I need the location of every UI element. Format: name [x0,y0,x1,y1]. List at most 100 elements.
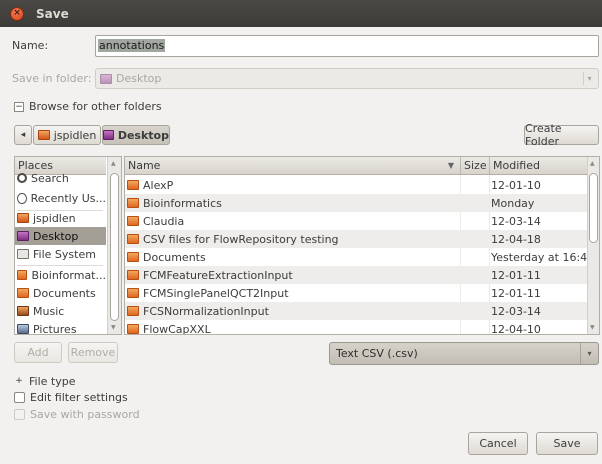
folder-icon [17,288,29,298]
expander-plus-icon: + [15,375,23,386]
save-with-password-checkbox[interactable]: Save with password [14,408,140,421]
places-item-music[interactable]: Music [15,302,106,320]
folder-icon [127,234,139,244]
places-item-search[interactable]: Search [15,171,106,185]
table-row[interactable]: FCSNormalizationInput 12-03-14 [125,302,587,320]
places-item-label: Search [31,171,69,185]
table-row[interactable]: AlexP 12-01-10 [125,176,587,194]
file-modified: 12-04-18 [491,232,541,246]
file-type-label: File type [29,375,76,388]
edit-filter-settings-label: Edit filter settings [30,391,128,404]
save-in-folder-value: Desktop [116,72,162,85]
file-system-icon [17,249,29,259]
places-item-label: Documents [33,286,96,300]
places-item-recently-used[interactable]: Recently Us... [15,189,106,207]
column-header-size[interactable]: Size [460,157,489,175]
search-icon [17,173,27,183]
table-row[interactable]: FCMSinglePanelQCT2Input 12-01-11 [125,284,587,302]
places-item-bioinformatics[interactable]: Bioinformat... [15,266,106,284]
folder-icon [127,198,139,208]
cancel-button[interactable]: Cancel [468,432,528,455]
sort-descending-icon: ▼ [447,161,454,170]
table-row[interactable]: FCMFeatureExtractionInput 12-01-11 [125,266,587,284]
places-item-label: Music [33,304,65,318]
expander-minus-icon: − [14,101,24,112]
name-input[interactable]: annotations [95,35,599,57]
close-icon[interactable]: × [10,6,24,21]
table-row[interactable]: Documents Yesterday at 16:48 [125,248,594,266]
path-button-label: jspidlen [53,128,97,142]
desktop-icon [100,73,112,84]
file-modified: 12-01-11 [491,268,541,282]
path-button-label: Desktop [117,128,169,142]
file-modified: 12-01-11 [491,286,541,300]
folder-icon [127,306,139,316]
column-header-label: Modified [493,159,540,172]
save-button[interactable]: Save [536,432,598,455]
file-modified: 12-03-14 [491,304,541,318]
column-header-name[interactable]: Name ▼ [125,157,460,175]
places-item-desktop[interactable]: Desktop [15,227,106,245]
remove-bookmark-button[interactable]: Remove [68,342,118,363]
file-name: Bioinformatics [143,196,222,210]
places-item-file-system[interactable]: File System [15,245,106,263]
title-bar: × Save [0,0,602,27]
folder-icon [127,324,139,334]
file-name: Claudia [143,214,185,228]
table-row[interactable]: Bioinformatics Monday [125,194,587,212]
places-item-label: File System [33,247,96,261]
file-type-filter-value: Text CSV (.csv) [336,347,418,360]
path-button-desktop[interactable]: Desktop [102,125,170,145]
folder-icon [127,288,139,298]
file-name: FCSNormalizationInput [143,304,269,318]
home-folder-icon [17,213,29,223]
file-list-pane: Name ▼ Size Modified AlexP 12-01-10 Bioi… [124,156,600,335]
column-header-modified[interactable]: Modified [489,157,587,175]
places-item-jspidlen[interactable]: jspidlen [15,209,106,227]
path-button-jspidlen[interactable]: jspidlen [33,125,101,145]
checkbox-box [14,392,25,403]
table-row[interactable]: FlowCapXXL 12-04-10 [125,320,587,335]
desktop-icon [103,130,114,140]
save-in-folder-combo[interactable]: Desktop ▾ [95,68,599,89]
table-row[interactable]: CSV files for FlowRepository testing 12-… [125,230,587,248]
places-scrollbar[interactable]: ▲ ▼ [107,157,121,334]
file-name: CSV files for FlowRepository testing [143,232,339,246]
file-name: FCMFeatureExtractionInput [143,268,293,282]
scroll-up-icon: ▲ [590,160,595,167]
pictures-folder-icon [17,324,29,334]
music-folder-icon [17,306,29,316]
edit-filter-settings-checkbox[interactable]: Edit filter settings [14,391,128,404]
browse-folders-expander[interactable]: − Browse for other folders [14,100,162,113]
add-bookmark-button[interactable]: Add [14,342,62,363]
recent-icon [17,192,27,204]
file-modified: 12-03-14 [491,214,541,228]
column-header-label: Name [128,159,161,172]
places-item-label: Recently Us... [30,191,106,205]
file-type-expander[interactable]: + File type [14,375,75,388]
path-back-button[interactable]: ◂ [14,125,32,145]
save-with-password-label: Save with password [30,408,140,421]
file-name: FlowCapXXL [143,322,211,335]
save-in-folder-label: Save in folder: [12,72,92,85]
combo-arrow-icon: ▾ [580,343,598,364]
places-item-label: Pictures [33,322,77,335]
table-row[interactable]: Claudia 12-03-14 [125,212,587,230]
places-item-label: Bioinformat... [31,268,106,282]
folder-icon [127,270,139,280]
file-name: AlexP [143,178,174,192]
file-name: Documents [143,250,206,264]
folder-icon [127,216,139,226]
scroll-down-icon: ▼ [590,324,595,331]
places-scroll-thumb[interactable] [110,173,119,321]
file-type-filter-combo[interactable]: Text CSV (.csv) ▾ [329,342,599,365]
places-item-label: jspidlen [33,211,76,225]
file-modified: Yesterday at 16:48 [491,250,595,264]
file-list-scroll-thumb[interactable] [589,173,598,243]
places-item-documents[interactable]: Documents [15,284,106,302]
create-folder-button[interactable]: Create Folder [524,122,599,148]
file-list-scrollbar[interactable]: ▲ ▼ [587,157,599,334]
browse-folders-label: Browse for other folders [29,100,162,113]
arrow-left-icon: ◂ [20,130,26,140]
places-item-pictures[interactable]: Pictures [15,320,106,335]
